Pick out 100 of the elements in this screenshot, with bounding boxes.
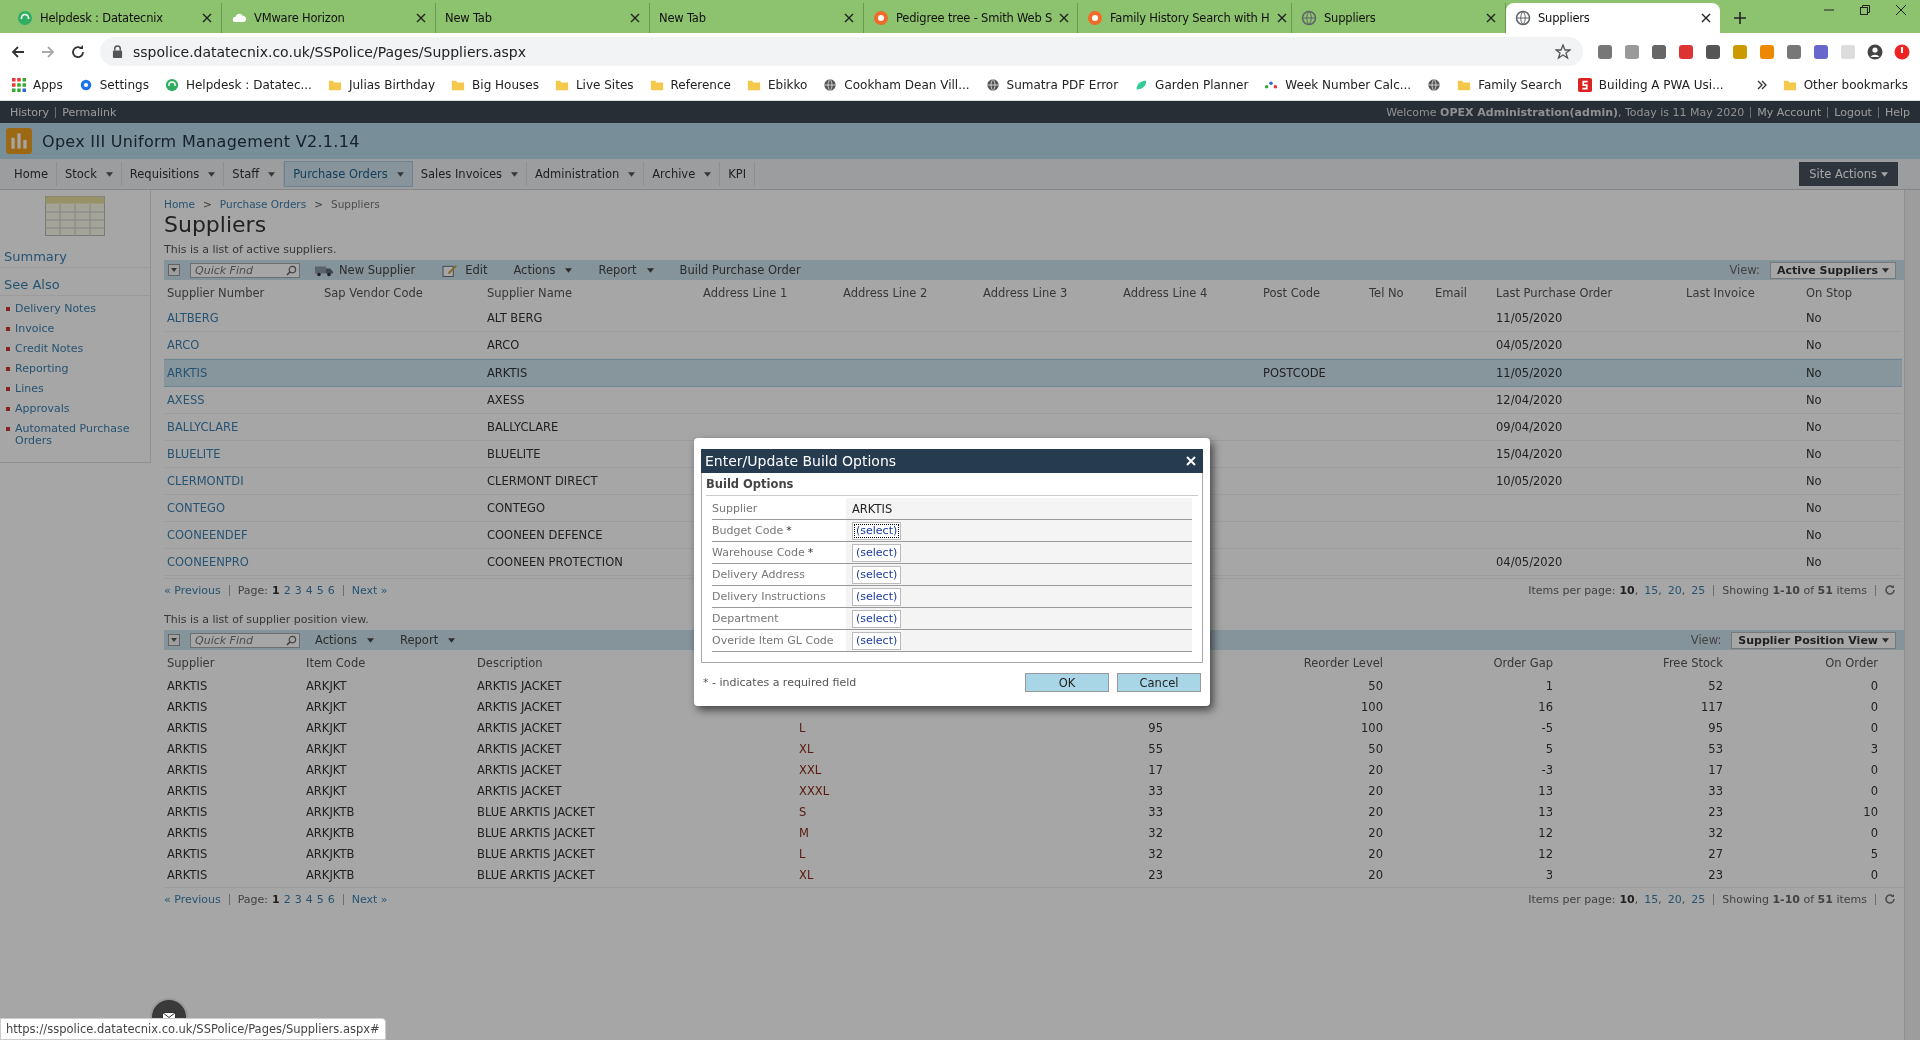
close-icon[interactable] bbox=[1896, 5, 1906, 15]
bookmark[interactable]: Garden Planner bbox=[1134, 78, 1249, 92]
top-link[interactable]: My Account bbox=[1757, 105, 1822, 119]
toolbar-button[interactable]: Edit bbox=[433, 263, 496, 277]
per-page-link[interactable]: 20 bbox=[1667, 892, 1682, 906]
restore-icon[interactable] bbox=[1860, 5, 1870, 15]
new-tab-icon[interactable] bbox=[1734, 12, 1746, 24]
column-header[interactable]: Free Stock bbox=[1663, 656, 1723, 670]
top-link[interactable]: History bbox=[10, 105, 50, 119]
column-header[interactable]: Post Code bbox=[1263, 286, 1321, 300]
nav-item[interactable]: Purchase Orders bbox=[284, 161, 413, 187]
nav-item[interactable]: Sales Invoices bbox=[412, 162, 528, 186]
nav-item[interactable]: KPI bbox=[720, 162, 756, 186]
collapse-icon[interactable] bbox=[168, 264, 180, 276]
sidebar-link[interactable]: Approvals bbox=[15, 403, 70, 415]
close-icon[interactable] bbox=[844, 13, 854, 23]
reload-icon[interactable] bbox=[70, 43, 86, 60]
close-icon[interactable] bbox=[416, 13, 426, 23]
next-link[interactable]: Next » bbox=[351, 583, 388, 597]
select-button[interactable]: (select) bbox=[852, 587, 902, 606]
bookmark[interactable]: Apps bbox=[12, 78, 63, 92]
nav-item[interactable]: Requisitions bbox=[121, 162, 225, 186]
column-header[interactable]: Address Line 4 bbox=[1123, 286, 1208, 300]
column-header[interactable]: Order Gap bbox=[1493, 656, 1553, 670]
page-link[interactable]: 5 bbox=[316, 583, 324, 597]
page-link[interactable]: 5 bbox=[316, 892, 324, 906]
column-header[interactable]: Address Line 3 bbox=[983, 286, 1068, 300]
breadcrumb-link[interactable]: Suppliers bbox=[330, 198, 380, 210]
toolbar-button[interactable]: Actions bbox=[505, 263, 581, 277]
page-link[interactable]: 1 bbox=[272, 583, 280, 597]
top-link[interactable]: Permalink bbox=[62, 105, 117, 119]
nav-item[interactable]: Archive bbox=[644, 162, 721, 186]
column-header[interactable]: Supplier Name bbox=[487, 286, 572, 300]
table-row[interactable]: ALTBERG ALT BERG 11/05/2020 No bbox=[164, 305, 1902, 332]
select-button[interactable]: (select) bbox=[852, 609, 902, 628]
column-header[interactable]: Sap Vendor Code bbox=[324, 286, 423, 300]
bookmark[interactable]: Live Sites bbox=[554, 78, 634, 92]
address-field[interactable]: sspolice.datatecnix.co.uk/SSPolice/Pages/Suppliers.aspx bbox=[100, 37, 1583, 66]
breadcrumb-link[interactable]: Home bbox=[164, 198, 195, 210]
extension-icon[interactable] bbox=[1597, 43, 1613, 60]
select-button[interactable]: (select) bbox=[852, 543, 902, 562]
close-icon[interactable] bbox=[1701, 13, 1711, 23]
extension-icon[interactable] bbox=[1813, 43, 1829, 60]
sidebar-link[interactable]: Invoice bbox=[15, 323, 55, 335]
sidebar-heading[interactable]: Summary bbox=[0, 246, 150, 268]
column-header[interactable]: Email bbox=[1435, 286, 1467, 300]
table-row[interactable]: ARKTIS ARKTIS POSTCODE 11/05/2020 No bbox=[164, 359, 1902, 387]
bookmark[interactable]: Reference bbox=[649, 78, 731, 92]
per-page-link[interactable]: 25 bbox=[1691, 583, 1706, 597]
page-link[interactable]: 1 bbox=[272, 892, 280, 906]
column-header[interactable]: Tel No bbox=[1369, 286, 1404, 300]
supplier-link[interactable]: ALTBERG bbox=[167, 311, 219, 325]
chevron-icon[interactable] bbox=[1756, 80, 1767, 90]
bookmark[interactable] bbox=[1427, 78, 1442, 92]
back-icon[interactable] bbox=[10, 43, 26, 60]
supplier-link[interactable]: COONEENDEF bbox=[167, 528, 248, 542]
sidebar-link[interactable]: Automated Purchase Orders bbox=[15, 423, 144, 447]
bookmark[interactable]: Big Houses bbox=[451, 78, 539, 92]
page-link[interactable]: 2 bbox=[283, 583, 291, 597]
toolbar-button[interactable]: Report bbox=[392, 633, 464, 647]
supplier-link[interactable]: COONEENPRO bbox=[167, 555, 249, 569]
per-page-link[interactable]: 25 bbox=[1691, 892, 1706, 906]
toolbar-button[interactable]: Actions bbox=[307, 633, 382, 647]
column-header[interactable]: Item Code bbox=[306, 656, 366, 670]
previous-link[interactable]: « Previous bbox=[164, 892, 221, 906]
supplier-link[interactable]: ARCO bbox=[167, 338, 200, 352]
bookmark[interactable]: Sumatra PDF Error bbox=[985, 78, 1119, 92]
site-actions-button[interactable]: Site Actions bbox=[1799, 162, 1898, 186]
select-button[interactable]: (select) bbox=[852, 565, 902, 584]
extension-icon[interactable] bbox=[1651, 43, 1667, 60]
column-header[interactable]: Address Line 1 bbox=[703, 286, 788, 300]
star-icon[interactable] bbox=[1555, 43, 1571, 60]
browser-tab[interactable]: Suppliers bbox=[1506, 3, 1720, 33]
quick-find-field[interactable]: Quick Find bbox=[190, 262, 300, 278]
toolbar-button[interactable]: Build Purchase Order bbox=[671, 263, 809, 277]
close-icon[interactable] bbox=[202, 13, 212, 23]
column-header[interactable]: On Order bbox=[1825, 656, 1878, 670]
extension-icon[interactable] bbox=[1678, 43, 1694, 60]
column-header[interactable]: Supplier bbox=[167, 656, 215, 670]
supplier-link[interactable]: CONTEGO bbox=[167, 501, 225, 515]
column-header[interactable]: Last Purchase Order bbox=[1496, 286, 1613, 300]
cancel-button[interactable]: Cancel bbox=[1117, 673, 1201, 692]
per-page-link[interactable]: 20 bbox=[1667, 583, 1682, 597]
nav-item[interactable]: Administration bbox=[527, 162, 645, 186]
extension-icon[interactable] bbox=[1786, 43, 1802, 60]
sidebar-link[interactable]: Lines bbox=[15, 383, 44, 395]
page-link[interactable]: 3 bbox=[294, 892, 302, 906]
profile-icon[interactable] bbox=[1867, 43, 1883, 60]
bookmark[interactable]: Ebikko bbox=[746, 78, 808, 92]
breadcrumb-link[interactable]: Purchase Orders bbox=[219, 198, 307, 210]
supplier-link[interactable]: ARKTIS bbox=[167, 366, 208, 380]
top-link[interactable]: Help bbox=[1884, 105, 1910, 119]
sidebar-link[interactable]: Reporting bbox=[15, 363, 69, 375]
close-icon[interactable] bbox=[630, 13, 640, 23]
column-header[interactable]: Supplier Number bbox=[167, 286, 265, 300]
extension-icon[interactable] bbox=[1705, 43, 1721, 60]
sidebar-heading[interactable]: See Also bbox=[0, 274, 150, 296]
refresh-icon[interactable] bbox=[1884, 584, 1896, 596]
scrollbar[interactable] bbox=[1904, 190, 1920, 1040]
page-link[interactable]: 2 bbox=[283, 892, 291, 906]
